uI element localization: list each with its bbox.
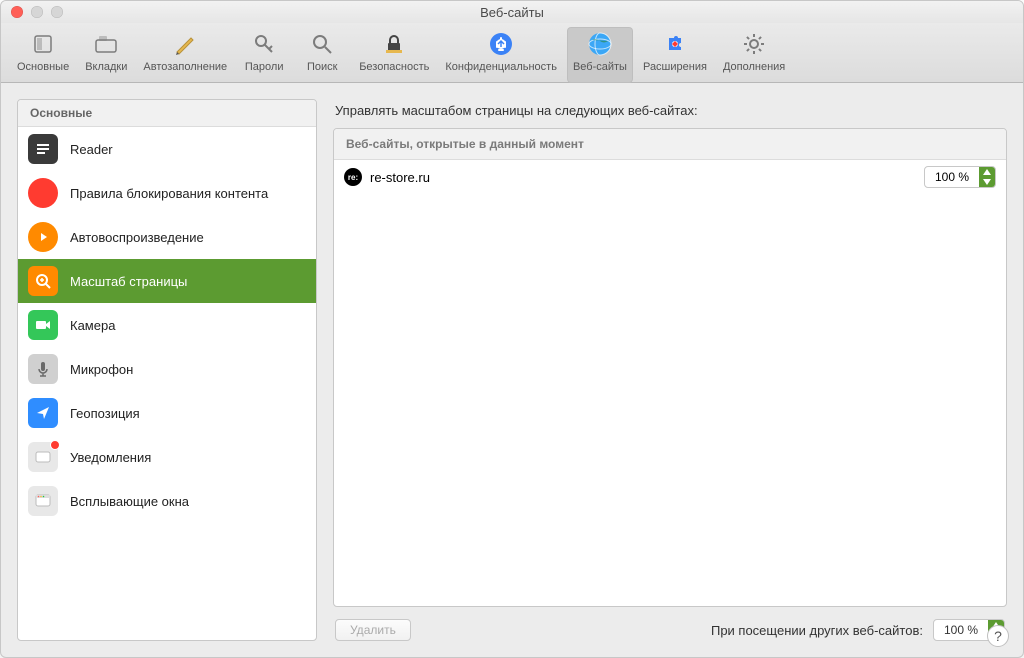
gear-icon bbox=[739, 29, 769, 59]
key-icon bbox=[249, 29, 279, 59]
toolbar-tab-globe[interactable]: Веб-сайты bbox=[567, 27, 633, 83]
geo-icon bbox=[28, 398, 58, 428]
close-window-button[interactable] bbox=[11, 6, 23, 18]
sidebar-item-block[interactable]: Правила блокирования контента bbox=[18, 171, 316, 215]
toolbar-tab-label: Пароли bbox=[245, 61, 284, 73]
toolbar-tab-label: Вкладки bbox=[85, 61, 127, 73]
sidebar-item-label: Уведомления bbox=[70, 450, 151, 465]
toolbar-tab-puzzle[interactable]: Расширения bbox=[637, 27, 713, 83]
site-zoom-select[interactable]: 100 % bbox=[924, 166, 996, 188]
toolbar-tab-pen[interactable]: Автозаполнение bbox=[137, 27, 233, 83]
toolbar-tab-label: Безопасность bbox=[359, 61, 429, 73]
site-host: re-store.ru bbox=[370, 170, 430, 185]
sidebar-item-label: Автовоспроизведение bbox=[70, 230, 204, 245]
globe-icon bbox=[585, 29, 615, 59]
default-zoom-value: 100 % bbox=[934, 623, 988, 637]
sidebar-item-mic[interactable]: Микрофон bbox=[18, 347, 316, 391]
sidebar-item-label: Reader bbox=[70, 142, 113, 157]
minimize-window-button[interactable] bbox=[31, 6, 43, 18]
pen-icon bbox=[170, 29, 200, 59]
toolbar-tab-label: Автозаполнение bbox=[143, 61, 227, 73]
toolbar-tab-tabs[interactable]: Вкладки bbox=[79, 27, 133, 83]
sidebar-item-label: Геопозиция bbox=[70, 406, 140, 421]
stepper-icon bbox=[979, 167, 995, 187]
mic-icon bbox=[28, 354, 58, 384]
toolbar-tab-label: Расширения bbox=[643, 61, 707, 73]
zoom-icon bbox=[28, 266, 58, 296]
camera-icon bbox=[28, 310, 58, 340]
lock-icon bbox=[379, 29, 409, 59]
toolbar-tab-key[interactable]: Пароли bbox=[237, 27, 291, 83]
puzzle-icon bbox=[660, 29, 690, 59]
maximize-window-button[interactable] bbox=[51, 6, 63, 18]
sidebar-item-notif[interactable]: Уведомления bbox=[18, 435, 316, 479]
websites-box: Веб-сайты, открытые в данный момент re: … bbox=[333, 128, 1007, 607]
site-zoom-value: 100 % bbox=[925, 170, 979, 184]
toolbar-tab-label: Основные bbox=[17, 61, 69, 73]
switch-icon bbox=[28, 29, 58, 59]
favicon-icon: re: bbox=[344, 168, 362, 186]
toolbar-tab-switch[interactable]: Основные bbox=[11, 27, 75, 83]
titlebar: Веб-сайты bbox=[1, 1, 1023, 23]
sidebar-item-label: Всплывающие окна bbox=[70, 494, 189, 509]
tabs-icon bbox=[91, 29, 121, 59]
sidebar-item-label: Микрофон bbox=[70, 362, 133, 377]
main-title: Управлять масштабом страницы на следующи… bbox=[333, 99, 1007, 128]
block-icon bbox=[28, 178, 58, 208]
main-panel: Управлять масштабом страницы на следующи… bbox=[333, 99, 1007, 641]
traffic-lights bbox=[11, 6, 63, 18]
reader-icon bbox=[28, 134, 58, 164]
toolbar-tab-hand[interactable]: Конфиденциальность bbox=[439, 27, 563, 83]
toolbar-tab-gear[interactable]: Дополнения bbox=[717, 27, 791, 83]
sidebar-item-zoom[interactable]: Масштаб страницы bbox=[18, 259, 316, 303]
sidebar-item-label: Правила блокирования контента bbox=[70, 186, 268, 201]
preferences-window: Веб-сайты Основные Вкладки Автозаполнение П… bbox=[0, 0, 1024, 658]
categories-sidebar: Основные Reader Правила блокирования конт… bbox=[17, 99, 317, 641]
toolbar-tab-label: Конфиденциальность bbox=[445, 61, 557, 73]
default-zoom-label: При посещении других веб-сайтов: bbox=[711, 623, 923, 638]
toolbar-tab-lock[interactable]: Безопасность bbox=[353, 27, 435, 83]
toolbar-tab-label: Веб-сайты bbox=[573, 61, 627, 73]
sidebar-item-camera[interactable]: Камера bbox=[18, 303, 316, 347]
hand-icon bbox=[486, 29, 516, 59]
sidebar-item-label: Камера bbox=[70, 318, 115, 333]
window-title: Веб-сайты bbox=[480, 5, 544, 20]
delete-button[interactable]: Удалить bbox=[335, 619, 411, 641]
popup-icon bbox=[28, 486, 58, 516]
sidebar-item-play[interactable]: Автовоспроизведение bbox=[18, 215, 316, 259]
play-icon bbox=[28, 222, 58, 252]
box-header: Веб-сайты, открытые в данный момент bbox=[334, 129, 1006, 160]
sidebar-item-reader[interactable]: Reader bbox=[18, 127, 316, 171]
help-button[interactable]: ? bbox=[987, 625, 1009, 647]
notif-icon bbox=[28, 442, 58, 472]
sidebar-item-geo[interactable]: Геопозиция bbox=[18, 391, 316, 435]
toolbar-tab-label: Дополнения bbox=[723, 61, 785, 73]
sidebar-item-label: Масштаб страницы bbox=[70, 274, 187, 289]
site-row[interactable]: re: re-store.ru 100 % bbox=[334, 160, 1006, 194]
preferences-toolbar: Основные Вкладки Автозаполнение Пароли Поиск… bbox=[1, 23, 1023, 83]
bottom-row: Удалить При посещении других веб-сайтов:… bbox=[333, 607, 1007, 641]
sidebar-header: Основные bbox=[18, 100, 316, 127]
toolbar-tab-label: Поиск bbox=[307, 61, 337, 73]
search-icon bbox=[307, 29, 337, 59]
sidebar-item-popup[interactable]: Всплывающие окна bbox=[18, 479, 316, 523]
toolbar-tab-search[interactable]: Поиск bbox=[295, 27, 349, 83]
